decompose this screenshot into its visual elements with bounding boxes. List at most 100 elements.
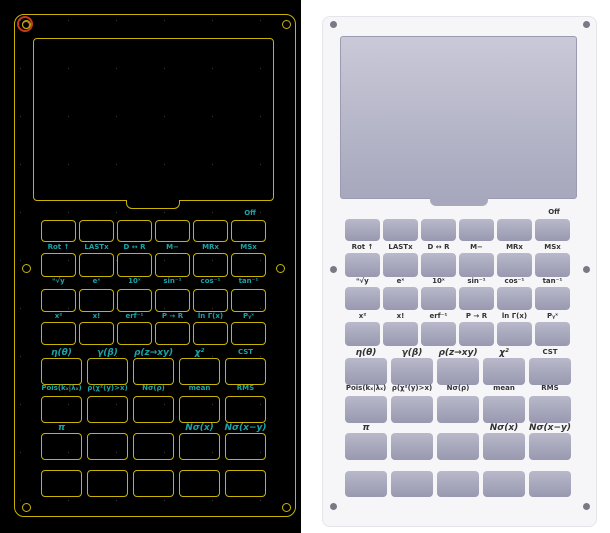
key-r0-c0[interactable] — [345, 219, 380, 241]
key-r4-c3[interactable] — [483, 358, 525, 385]
key-r2-c0[interactable] — [345, 287, 380, 310]
key-r3-c3[interactable] — [155, 322, 190, 345]
key-r1-c3[interactable] — [155, 253, 190, 277]
key-r3-c1[interactable] — [79, 322, 114, 345]
key-r7-c3[interactable] — [483, 471, 525, 497]
key-r0-c0[interactable] — [41, 220, 76, 242]
key-r0-c2[interactable] — [117, 220, 152, 242]
key-label: LASTx — [84, 243, 109, 251]
key-r4-c4[interactable] — [529, 358, 571, 385]
key-r6-c2[interactable] — [437, 433, 479, 460]
key-r1-c0[interactable] — [345, 253, 380, 277]
key-r5-c3[interactable] — [179, 396, 220, 423]
key-r7-c1[interactable] — [87, 470, 128, 497]
key-r3-c4[interactable] — [497, 322, 532, 346]
key-label: cos⁻¹ — [504, 277, 525, 285]
key-r0-c3[interactable] — [155, 220, 190, 242]
key-r3-c5[interactable] — [535, 322, 570, 346]
key-r5-c1[interactable] — [391, 396, 433, 423]
key-r0-c4[interactable] — [497, 219, 532, 241]
key-r5-c4[interactable] — [529, 396, 571, 423]
key-r6-c0[interactable] — [41, 433, 82, 460]
key-r6-c4[interactable] — [225, 433, 266, 460]
key-r2-c5[interactable] — [231, 289, 266, 312]
key-r2-c2[interactable] — [421, 287, 456, 310]
key-r3-c1[interactable] — [383, 322, 418, 346]
key-label: ρ(z→xy) — [133, 348, 174, 358]
key-r7-c3[interactable] — [179, 470, 220, 497]
key-r2-c1[interactable] — [383, 287, 418, 310]
key-r5-c2[interactable] — [133, 396, 174, 423]
key-r4-c0[interactable] — [41, 358, 82, 385]
mounting-hole-icon — [330, 503, 337, 510]
key-r2-c0[interactable] — [41, 289, 76, 312]
key-r3-c3[interactable] — [459, 322, 494, 346]
key-r0-c1[interactable] — [79, 220, 114, 242]
key-r4-c1[interactable] — [87, 358, 128, 385]
key-r6-c1[interactable] — [391, 433, 433, 460]
key-r2-c3[interactable] — [459, 287, 494, 310]
key-r4-c4[interactable] — [225, 358, 266, 385]
key-r5-c0[interactable] — [345, 396, 387, 423]
key-r5-c3[interactable] — [483, 396, 525, 423]
key-r5-c2[interactable] — [437, 396, 479, 423]
key-r4-c2[interactable] — [133, 358, 174, 385]
key-label: mean — [188, 384, 211, 392]
key-r5-c1[interactable] — [87, 396, 128, 423]
grid-dot — [212, 212, 213, 213]
key-r1-c5[interactable] — [535, 253, 570, 277]
key-r0-c4[interactable] — [193, 220, 228, 242]
key-r0-c3[interactable] — [459, 219, 494, 241]
key-r3-c0[interactable] — [41, 322, 76, 345]
key-r2-c1[interactable] — [79, 289, 114, 312]
key-r1-c2[interactable] — [117, 253, 152, 277]
key-r7-c1[interactable] — [391, 471, 433, 497]
key-r0-c5[interactable] — [535, 219, 570, 241]
key-r6-c0[interactable] — [345, 433, 387, 460]
key-r4-c2[interactable] — [437, 358, 479, 385]
key-r1-c5[interactable] — [231, 253, 266, 277]
key-label: Nσ(ρ) — [446, 384, 470, 392]
key-r1-c2[interactable] — [421, 253, 456, 277]
key-r7-c2[interactable] — [437, 471, 479, 497]
key-r7-c4[interactable] — [529, 471, 571, 497]
key-r6-c1[interactable] — [87, 433, 128, 460]
key-r1-c4[interactable] — [497, 253, 532, 277]
key-r3-c5[interactable] — [231, 322, 266, 345]
key-r0-c1[interactable] — [383, 219, 418, 241]
key-r2-c2[interactable] — [117, 289, 152, 312]
key-r1-c4[interactable] — [193, 253, 228, 277]
key-r4-c3[interactable] — [179, 358, 220, 385]
key-r3-c2[interactable] — [117, 322, 152, 345]
key-r6-c2[interactable] — [133, 433, 174, 460]
key-label: MSx — [544, 243, 561, 251]
key-label: Rot ↑ — [47, 243, 70, 251]
key-r3-c2[interactable] — [421, 322, 456, 346]
key-r5-c0[interactable] — [41, 396, 82, 423]
key-r6-c3[interactable] — [179, 433, 220, 460]
key-r1-c1[interactable] — [79, 253, 114, 277]
key-r3-c0[interactable] — [345, 322, 380, 346]
key-r7-c0[interactable] — [41, 470, 82, 497]
key-r4-c0[interactable] — [345, 358, 387, 385]
key-r1-c3[interactable] — [459, 253, 494, 277]
key-r2-c4[interactable] — [193, 289, 228, 312]
key-r6-c3[interactable] — [483, 433, 525, 460]
key-label: P → R — [465, 312, 488, 320]
key-r7-c2[interactable] — [133, 470, 174, 497]
display-notch — [126, 200, 180, 209]
key-r2-c5[interactable] — [535, 287, 570, 310]
key-r7-c4[interactable] — [225, 470, 266, 497]
key-r2-c3[interactable] — [155, 289, 190, 312]
key-r0-c5[interactable] — [231, 220, 266, 242]
key-r1-c1[interactable] — [383, 253, 418, 277]
key-r6-c4[interactable] — [529, 433, 571, 460]
key-r7-c0[interactable] — [345, 471, 387, 497]
key-label: γ(β) — [97, 348, 118, 358]
key-r2-c4[interactable] — [497, 287, 532, 310]
key-r5-c4[interactable] — [225, 396, 266, 423]
key-r4-c1[interactable] — [391, 358, 433, 385]
key-r3-c4[interactable] — [193, 322, 228, 345]
key-r0-c2[interactable] — [421, 219, 456, 241]
key-r1-c0[interactable] — [41, 253, 76, 277]
